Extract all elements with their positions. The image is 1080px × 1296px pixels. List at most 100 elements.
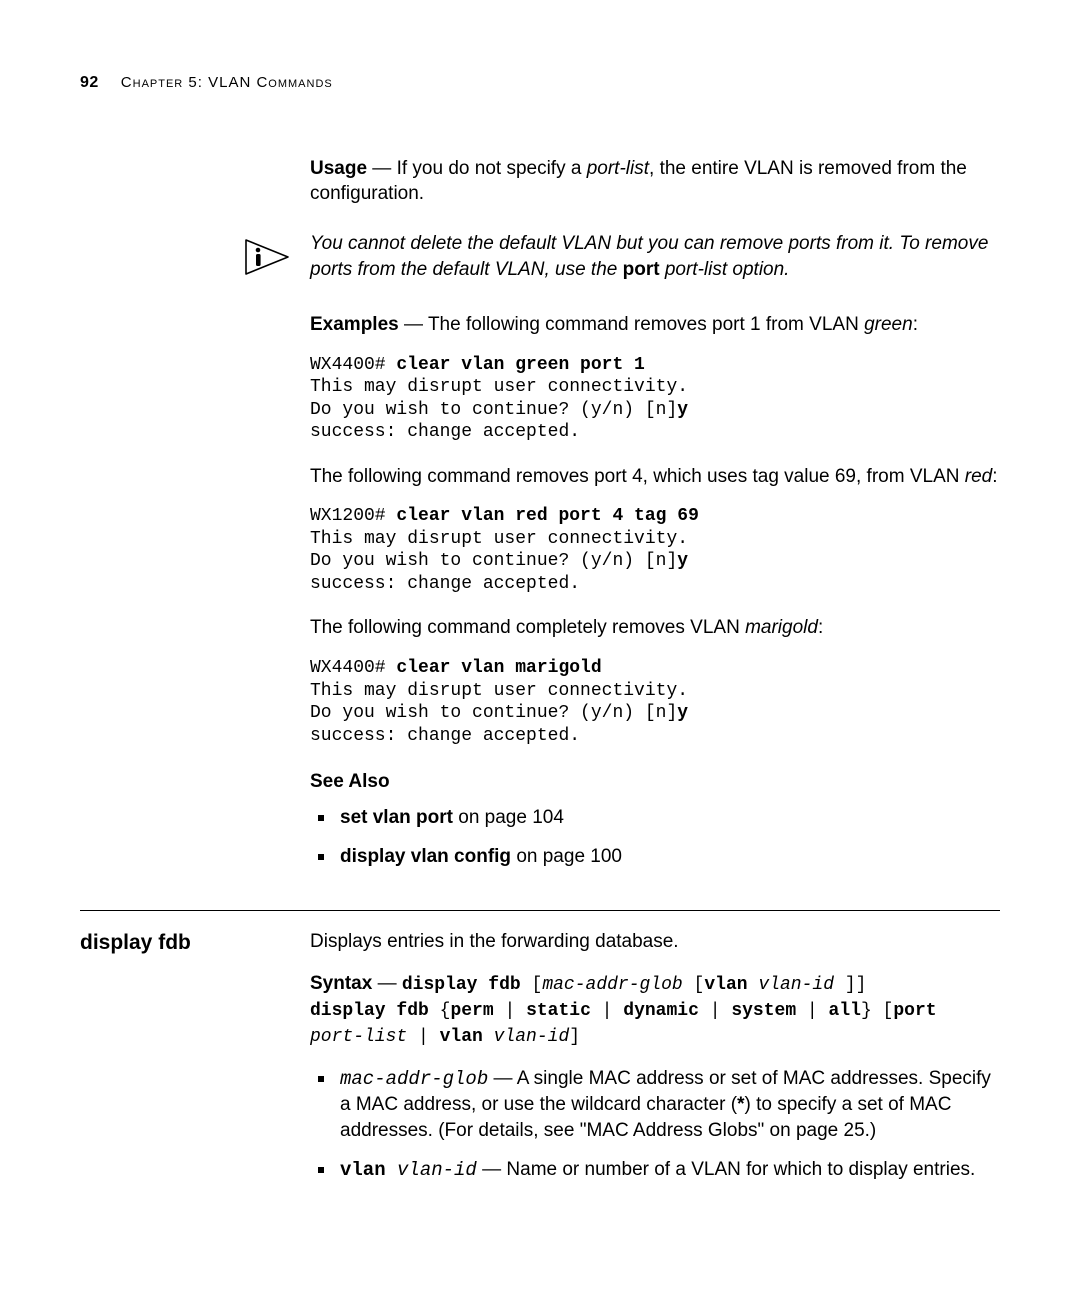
c3-prompt: WX4400#	[310, 658, 396, 678]
ex2-i: red	[965, 466, 992, 487]
s-l2-j: |	[796, 1001, 828, 1021]
section-heading: display fdb	[80, 929, 290, 957]
note-row: You cannot delete the default VLAN but y…	[80, 231, 1000, 298]
s-l2-i: system	[731, 1001, 796, 1021]
s-l1-h: ]]	[834, 975, 866, 995]
syntax-sep: —	[372, 973, 402, 994]
s-l1-a: display fdb	[402, 975, 532, 995]
s-l3-b: |	[407, 1027, 439, 1047]
ex3-b: :	[818, 617, 823, 638]
s-l2-b: {	[440, 1001, 451, 1021]
s-l2-d: |	[494, 1001, 526, 1021]
ex1-a: The following command removes port 1 fro…	[428, 314, 864, 335]
c3-y: y	[677, 703, 688, 723]
c2-cmd: clear vlan red port 4 tag 69	[396, 506, 698, 526]
s-l3-a: port-list	[310, 1027, 407, 1047]
s-l1-e: vlan	[704, 975, 747, 995]
param-term-b: vlan	[340, 1159, 386, 1181]
chapter-title: Chapter 5: VLAN Commands	[121, 73, 333, 93]
s-l2-l: } [	[861, 1001, 893, 1021]
see-also-item: display vlan config on page 100	[310, 844, 1000, 870]
usage-sep: —	[367, 158, 397, 179]
s-l1-g: vlan-id	[758, 975, 834, 995]
c3-body: This may disrupt user connectivity. Do y…	[310, 681, 688, 724]
param-space	[386, 1159, 397, 1181]
s-l2-e: static	[526, 1001, 591, 1021]
s-l2-m: port	[893, 1001, 936, 1021]
ex2-b: :	[992, 466, 997, 487]
examples-label: Examples	[310, 314, 399, 335]
param-item: mac-addr-glob — A single MAC address or …	[310, 1066, 1000, 1144]
ex3-a: The following command completely removes…	[310, 617, 745, 638]
c1-success: success: change accepted.	[310, 422, 580, 442]
see-also-heading: See Also	[310, 769, 1000, 795]
c1-prompt: WX4400#	[310, 355, 396, 375]
see-also-list: set vlan port on page 104 display vlan c…	[310, 805, 1000, 870]
see-also-bold: set vlan port	[340, 807, 453, 828]
s-l1-c: mac-addr-glob	[542, 975, 682, 995]
page: 92 Chapter 5: VLAN Commands Usage — If y…	[0, 0, 1080, 1296]
c1-cmd: clear vlan green port 1	[396, 355, 644, 375]
section-divider	[80, 910, 1000, 911]
c2-body: This may disrupt user connectivity. Do y…	[310, 529, 688, 572]
ex2-a: The following command removes port 4, wh…	[310, 466, 965, 487]
syntax-block: Syntax — display fdb [mac-addr-glob [vla…	[310, 971, 1000, 1050]
code-block-3: WX4400# clear vlan marigold This may dis…	[310, 657, 1000, 747]
see-also-bold: display vlan config	[340, 846, 511, 867]
ex1-b: :	[913, 314, 918, 335]
s-l2-h: |	[699, 1001, 731, 1021]
usage-paragraph: Usage — If you do not specify a port-lis…	[310, 156, 1000, 207]
c2-success: success: change accepted.	[310, 574, 580, 594]
s-l2-a: display fdb	[310, 1001, 440, 1021]
usage-text-a: If you do not specify a	[397, 158, 587, 179]
param-term-i: vlan-id	[397, 1159, 477, 1181]
note-text: You cannot delete the default VLAN but y…	[310, 231, 1000, 282]
s-l3-d	[483, 1027, 494, 1047]
s-l2-k: all	[829, 1001, 861, 1021]
c2-y: y	[677, 551, 688, 571]
ex3-i: marigold	[745, 617, 818, 638]
display-fdb-section: display fdb Displays entries in the forw…	[80, 929, 1000, 1198]
c1-y: y	[677, 400, 688, 420]
usage-label: Usage	[310, 158, 367, 179]
param-term: mac-addr-glob	[340, 1068, 488, 1090]
s-l2-f: |	[591, 1001, 623, 1021]
c3-success: success: change accepted.	[310, 726, 580, 746]
s-l2-c: perm	[450, 1001, 493, 1021]
s-l1-d: [	[683, 975, 705, 995]
note-bold: port	[623, 259, 660, 280]
c2-prompt: WX1200#	[310, 506, 396, 526]
s-l3-c: vlan	[440, 1027, 483, 1047]
display-fdb-lead: Displays entries in the forwarding datab…	[310, 929, 1000, 955]
param-sep: —	[488, 1068, 517, 1089]
s-l2-g: dynamic	[623, 1001, 699, 1021]
s-l1-b: [	[532, 975, 543, 995]
info-icon	[80, 231, 290, 283]
c1-body: This may disrupt user connectivity. Do y…	[310, 377, 688, 420]
usage-row: Usage — If you do not specify a port-lis…	[80, 156, 1000, 223]
syntax-label: Syntax	[310, 973, 372, 994]
page-number: 92	[80, 72, 99, 94]
note-line2: port-list	[660, 259, 733, 280]
code-block-2: WX1200# clear vlan red port 4 tag 69 Thi…	[310, 505, 1000, 595]
param-list: mac-addr-glob — A single MAC address or …	[310, 1066, 1000, 1185]
usage-portlist: port-list	[587, 158, 649, 179]
see-also-rest: on page 100	[511, 846, 622, 867]
ex1-i: green	[864, 314, 913, 335]
c3-cmd: clear vlan marigold	[396, 658, 601, 678]
examples-intro3: The following command completely removes…	[310, 615, 1000, 641]
note-line3: option.	[732, 259, 789, 280]
param-rest: Name or number of a VLAN for which to di…	[506, 1159, 975, 1180]
s-l3-f: ]	[569, 1027, 580, 1047]
examples-intro1: Examples — The following command removes…	[310, 312, 1000, 338]
examples-sep: —	[399, 314, 428, 335]
examples-intro2: The following command removes port 4, wh…	[310, 464, 1000, 490]
s-l1-f	[748, 975, 759, 995]
param-sep: —	[477, 1159, 507, 1180]
see-also-rest: on page 104	[453, 807, 564, 828]
s-l3-e: vlan-id	[494, 1027, 570, 1047]
param-item: vlan vlan-id — Name or number of a VLAN …	[310, 1157, 1000, 1184]
code-block-1: WX4400# clear vlan green port 1 This may…	[310, 354, 1000, 444]
examples-block: Examples — The following command removes…	[80, 312, 1000, 884]
running-header: 92 Chapter 5: VLAN Commands	[80, 72, 1000, 94]
